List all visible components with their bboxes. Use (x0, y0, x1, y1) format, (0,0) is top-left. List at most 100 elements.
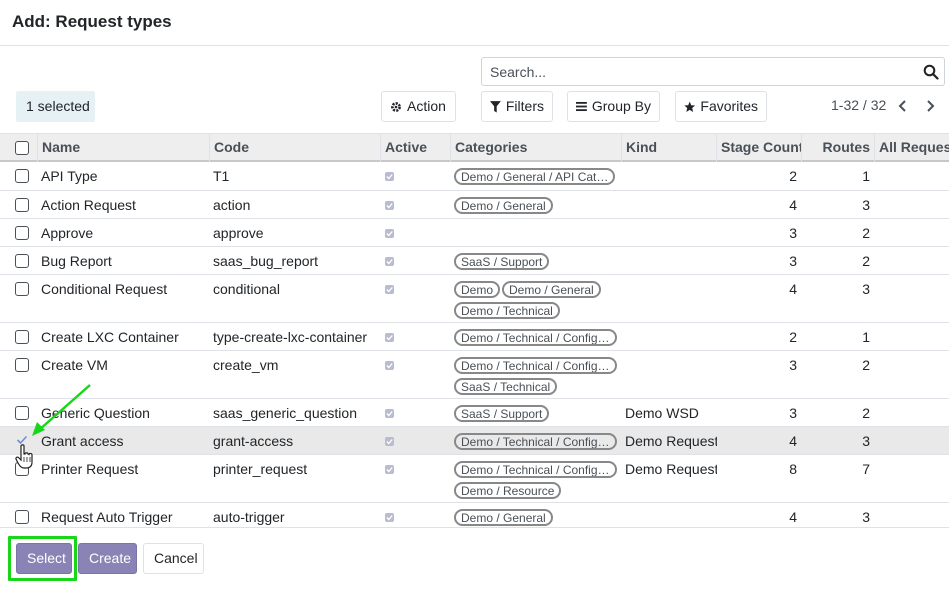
search-icon[interactable] (923, 64, 939, 80)
cell-name: Approve (41, 225, 94, 241)
search-box[interactable] (481, 57, 945, 86)
category-tag: Demo / Technical / Config… (454, 329, 617, 346)
active-checkbox (385, 465, 394, 474)
table-row[interactable]: Action Request action Demo / General 4 3 (0, 191, 949, 219)
chevron-left-icon[interactable] (896, 99, 910, 113)
group-by-button[interactable]: Group By (567, 91, 660, 122)
cell-code: saas_generic_question (213, 405, 357, 421)
table-row[interactable]: API Type T1 Demo / General / API Cat… 2 … (0, 162, 949, 191)
cell-routes: 3 (862, 433, 870, 449)
cell-code: T1 (213, 168, 230, 184)
column-header-name[interactable]: Name (37, 134, 209, 162)
cell-kind: Demo WSD (625, 405, 699, 421)
hand-cursor-icon (15, 444, 33, 469)
category-tag: Demo / General (502, 281, 601, 298)
table-row[interactable]: Conditional Request conditional Demo Demo… (0, 275, 949, 323)
check-icon (386, 439, 393, 445)
cell-routes: 3 (862, 281, 870, 297)
cell-stage-count: 3 (789, 405, 797, 421)
cell-categories: Demo Demo / General Demo / Technical (454, 281, 622, 319)
active-checkbox (385, 361, 394, 370)
cell-stage-count: 4 (789, 509, 797, 525)
star-icon (684, 101, 696, 112)
table-header: Name Code Active Categories Kind Stage C… (0, 133, 949, 162)
cell-routes: 1 (862, 329, 870, 345)
chevron-right-icon[interactable] (923, 99, 937, 113)
cell-code: type-create-lxc-container (213, 329, 368, 345)
row-checkbox[interactable] (15, 406, 29, 420)
category-tag: SaaS / Technical (454, 378, 558, 395)
category-tag: Demo / Technical / Config… (454, 357, 617, 374)
column-header-stage-count[interactable]: Stage Count (716, 134, 801, 162)
table-row[interactable]: Approve approve 3 2 (0, 219, 949, 247)
cell-categories: Demo / General (454, 197, 622, 214)
cell-categories: SaaS / Support (454, 405, 622, 422)
active-checkbox (385, 333, 394, 342)
row-checkbox[interactable] (15, 198, 29, 212)
cell-code: conditional (213, 281, 280, 297)
active-checkbox (385, 257, 394, 266)
table-row[interactable]: Grant access grant-access Demo / Technic… (0, 427, 949, 455)
cell-code: grant-access (213, 433, 294, 449)
cell-name: Create VM (41, 357, 108, 373)
cell-name: Bug Report (41, 253, 112, 269)
table-row[interactable]: Create LXC Container type-create-lxc-con… (0, 323, 949, 351)
favorites-button[interactable]: Favorites (675, 91, 767, 122)
active-checkbox (385, 513, 394, 522)
category-tag: Demo / Resource (454, 482, 562, 499)
row-checkbox[interactable] (15, 358, 29, 372)
table-row[interactable]: Generic Question saas_generic_question S… (0, 399, 949, 427)
table-row[interactable]: Printer Request printer_request Demo / T… (0, 455, 949, 503)
column-header-categories[interactable]: Categories (450, 134, 621, 162)
category-tag: Demo / Technical (454, 302, 560, 319)
cell-categories: Demo / General / API Cat… (454, 168, 622, 185)
category-tag: Demo / General / API Cat… (454, 168, 616, 185)
category-tag: Demo / Technical / Config… (454, 461, 617, 478)
row-checkbox[interactable] (15, 169, 29, 183)
cell-categories: Demo / General (454, 509, 622, 526)
table-row[interactable]: Bug Report saas_bug_report SaaS / Suppor… (0, 247, 949, 275)
check-icon (386, 203, 393, 209)
active-checkbox (385, 409, 394, 418)
cell-stage-count: 2 (789, 329, 797, 345)
cell-routes: 1 (862, 168, 870, 184)
check-icon (386, 515, 393, 521)
filters-button[interactable]: Filters (481, 91, 553, 122)
column-header-kind[interactable]: Kind (621, 134, 716, 162)
cell-stage-count: 2 (789, 168, 797, 184)
category-tag: SaaS / Support (454, 405, 550, 422)
create-button[interactable]: Create (78, 543, 137, 574)
cancel-button[interactable]: Cancel (143, 543, 204, 574)
active-checkbox (385, 437, 394, 446)
cell-categories: Demo / Technical / Config… SaaS / Technic… (454, 357, 622, 395)
cell-routes: 2 (862, 253, 870, 269)
search-input[interactable] (488, 63, 908, 81)
cell-routes: 7 (862, 461, 870, 477)
check-icon (386, 467, 393, 473)
row-checkbox[interactable] (15, 510, 29, 524)
select-all-checkbox[interactable] (15, 141, 29, 155)
cell-name: Create LXC Container (41, 329, 179, 345)
row-checkbox[interactable] (15, 226, 29, 240)
column-header-code[interactable]: Code (209, 134, 380, 162)
list-icon (576, 101, 587, 112)
cell-stage-count: 4 (789, 281, 797, 297)
category-tag: SaaS / Support (454, 253, 550, 270)
column-header-all-requests[interactable]: All Request (874, 134, 949, 162)
column-header-active[interactable]: Active (380, 134, 450, 162)
cell-code: create_vm (213, 357, 279, 373)
cell-categories: Demo / Technical / Config… (454, 329, 622, 346)
check-icon (386, 411, 393, 417)
check-icon (386, 363, 393, 369)
action-button[interactable]: Action (381, 91, 456, 122)
row-checkbox[interactable] (15, 282, 29, 296)
pager-value[interactable]: 1-32 / 32 (831, 97, 886, 113)
select-button-highlight (8, 536, 77, 581)
table-row[interactable]: Create VM create_vm Demo / Technical / C… (0, 351, 949, 399)
gear-icon (391, 101, 401, 112)
row-checkbox[interactable] (15, 330, 29, 344)
cell-routes: 3 (862, 509, 870, 525)
column-header-routes[interactable]: Routes (801, 134, 874, 162)
row-checkbox[interactable] (15, 254, 29, 268)
cell-code: approve (213, 225, 264, 241)
